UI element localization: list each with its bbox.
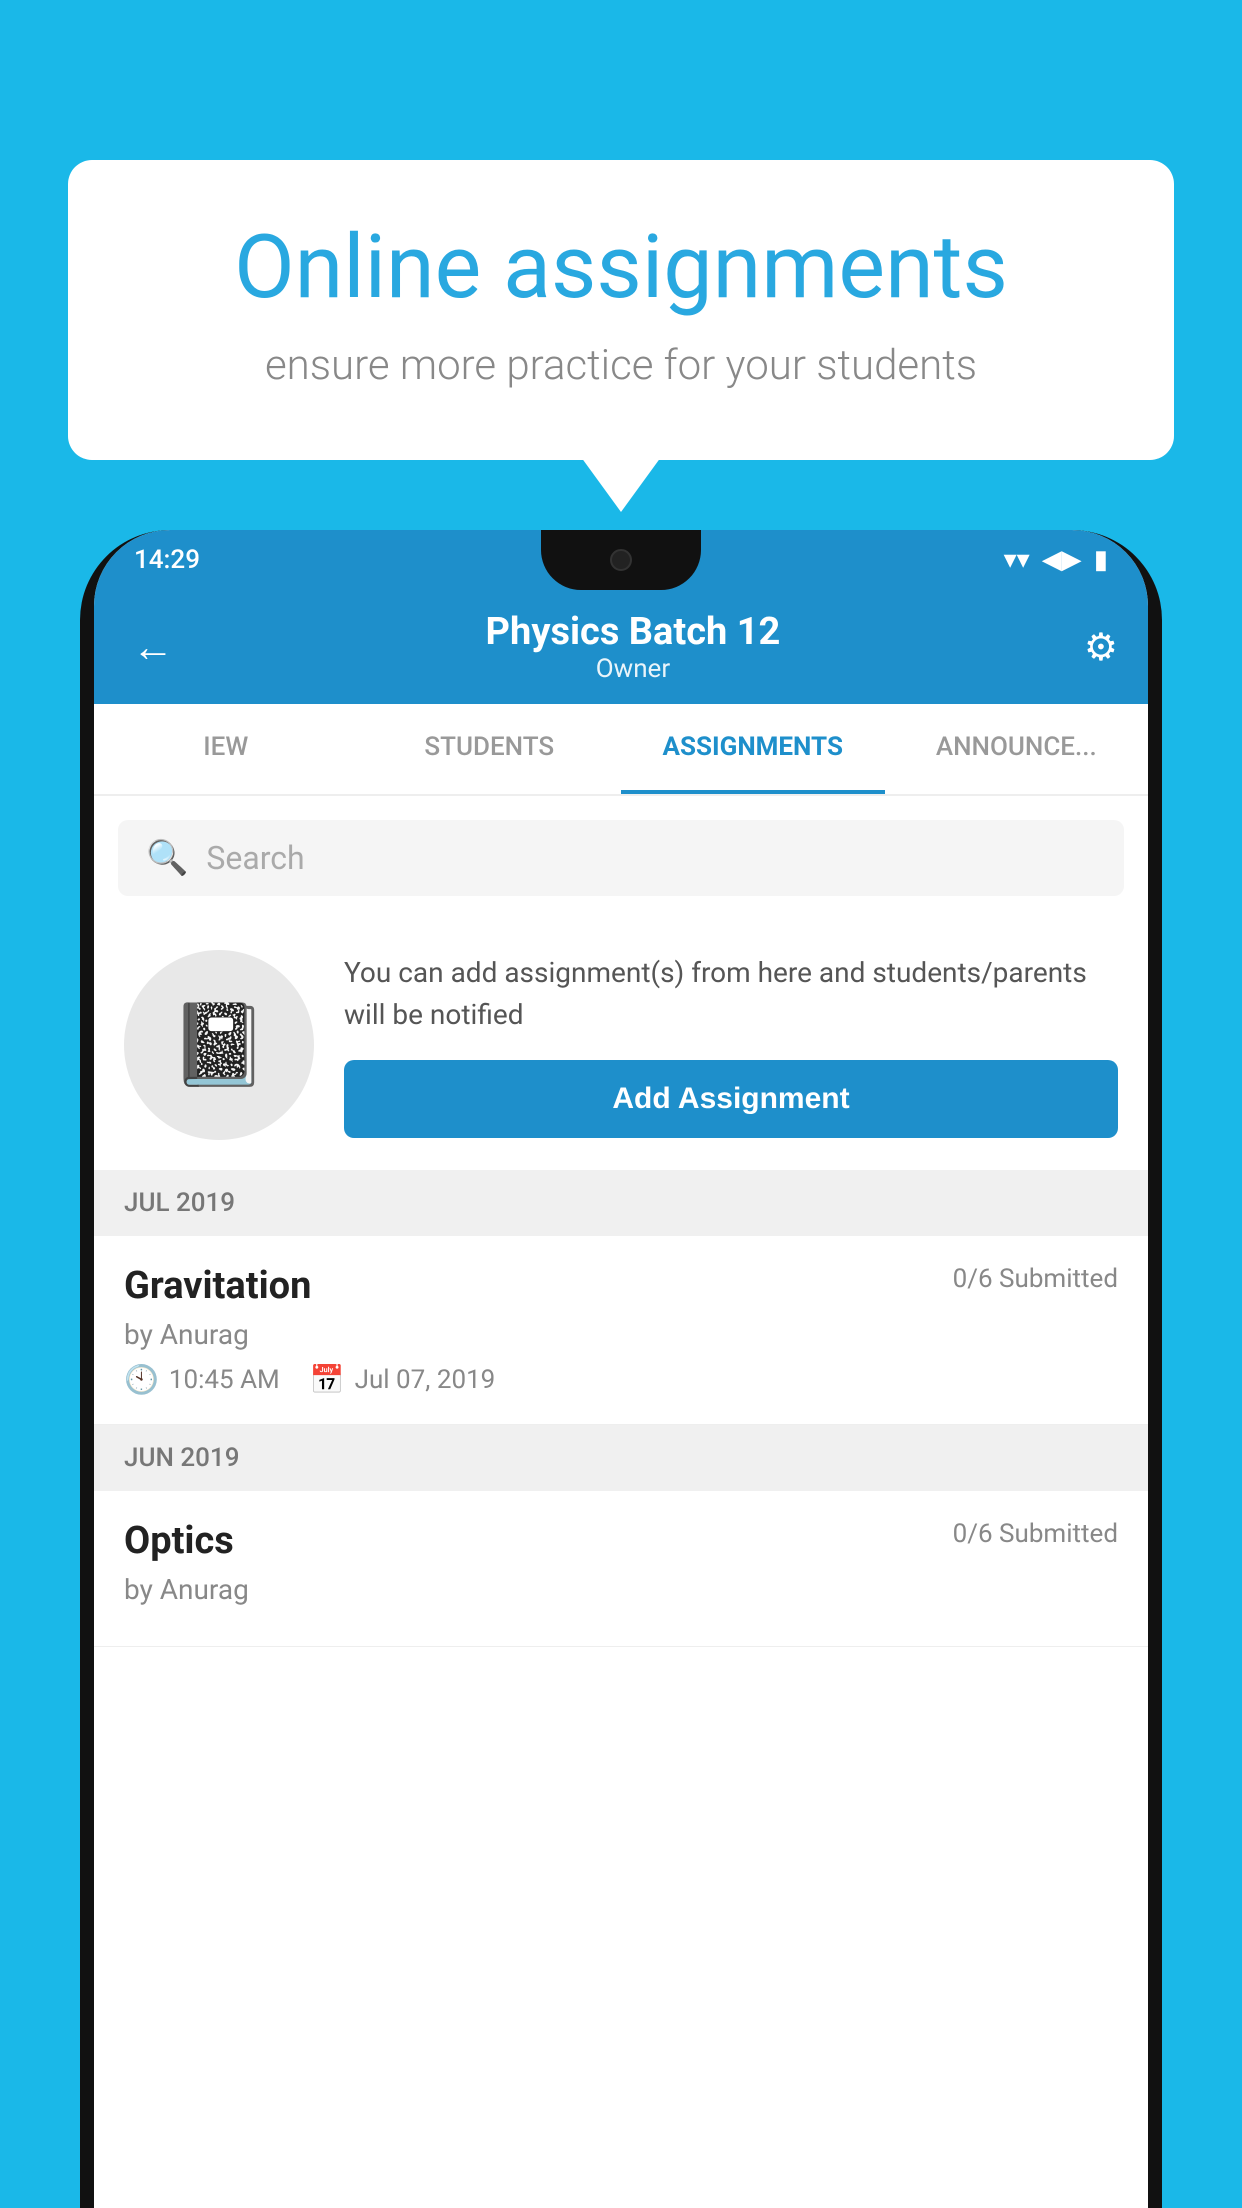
notebook-icon: 📓 [169, 998, 269, 1092]
section-jul-2019: JUL 2019 [94, 1170, 1148, 1236]
promo-description: You can add assignment(s) from here and … [344, 952, 1118, 1036]
settings-button[interactable]: ⚙ [1084, 625, 1118, 670]
promo-subtitle: ensure more practice for your students [138, 341, 1104, 390]
assignment-top: Gravitation 0/6 Submitted [124, 1264, 1118, 1308]
search-container: 🔍 Search [94, 796, 1148, 920]
submitted-count: 0/6 Submitted [953, 1264, 1118, 1294]
section-jun-2019: JUN 2019 [94, 1425, 1148, 1491]
assignment-name-optics: Optics [124, 1519, 234, 1563]
notch [541, 530, 701, 590]
search-placeholder: Search [206, 839, 304, 877]
assignment-date: Jul 07, 2019 [355, 1365, 496, 1395]
date-meta: 📅 Jul 07, 2019 [310, 1363, 496, 1396]
tab-announcements[interactable]: ANNOUNCE... [885, 704, 1149, 794]
camera [610, 549, 632, 571]
header-title: Physics Batch 12 [486, 610, 781, 654]
promo-content: You can add assignment(s) from here and … [344, 952, 1118, 1138]
submitted-count-optics: 0/6 Submitted [953, 1519, 1118, 1549]
time-display: 14:29 [134, 545, 200, 575]
assignment-meta: 🕙 10:45 AM 📅 Jul 07, 2019 [124, 1363, 1118, 1396]
tab-students[interactable]: STUDENTS [358, 704, 622, 794]
calendar-icon: 📅 [310, 1363, 345, 1396]
assignment-author-optics: by Anurag [124, 1573, 1118, 1606]
app-header: ← Physics Batch 12 Owner ⚙ [94, 590, 1148, 704]
signal-icon: ◀▶ [1042, 545, 1082, 575]
clock-icon: 🕙 [124, 1363, 159, 1396]
search-bar[interactable]: 🔍 Search [118, 820, 1124, 896]
add-assignment-button[interactable]: Add Assignment [344, 1060, 1118, 1138]
assignment-icon-circle: 📓 [124, 950, 314, 1140]
section-jul-label: JUL 2019 [124, 1188, 235, 1218]
tab-iew[interactable]: IEW [94, 704, 358, 794]
assignment-author: by Anurag [124, 1318, 1118, 1351]
assignment-name: Gravitation [124, 1264, 311, 1308]
header-center: Physics Batch 12 Owner [486, 610, 781, 684]
speech-bubble: Online assignments ensure more practice … [68, 160, 1174, 460]
time-meta: 🕙 10:45 AM [124, 1363, 280, 1396]
assignment-item-gravitation[interactable]: Gravitation 0/6 Submitted by Anurag 🕙 10… [94, 1236, 1148, 1425]
phone-screen: 14:29 ▾▾ ◀▶ ▮ ← Physics Batch 12 Owner ⚙… [94, 530, 1148, 2208]
battery-icon: ▮ [1094, 545, 1108, 575]
promo-section: 📓 You can add assignment(s) from here an… [94, 920, 1148, 1170]
assignment-time: 10:45 AM [169, 1365, 280, 1395]
back-button[interactable]: ← [124, 615, 182, 680]
status-bar: 14:29 ▾▾ ◀▶ ▮ [94, 530, 1148, 590]
section-jun-label: JUN 2019 [124, 1443, 239, 1473]
tab-assignments[interactable]: ASSIGNMENTS [621, 704, 885, 794]
header-subtitle: Owner [486, 654, 781, 684]
wifi-icon: ▾▾ [1004, 545, 1030, 575]
status-icons: ▾▾ ◀▶ ▮ [1004, 545, 1108, 575]
promo-title: Online assignments [138, 220, 1104, 317]
tabs-bar: IEW STUDENTS ASSIGNMENTS ANNOUNCE... [94, 704, 1148, 796]
assignment-top-optics: Optics 0/6 Submitted [124, 1519, 1118, 1563]
phone-frame: 14:29 ▾▾ ◀▶ ▮ ← Physics Batch 12 Owner ⚙… [80, 530, 1162, 2208]
search-icon: 🔍 [146, 838, 188, 878]
assignment-item-optics[interactable]: Optics 0/6 Submitted by Anurag [94, 1491, 1148, 1647]
promo-card: Online assignments ensure more practice … [68, 160, 1174, 460]
